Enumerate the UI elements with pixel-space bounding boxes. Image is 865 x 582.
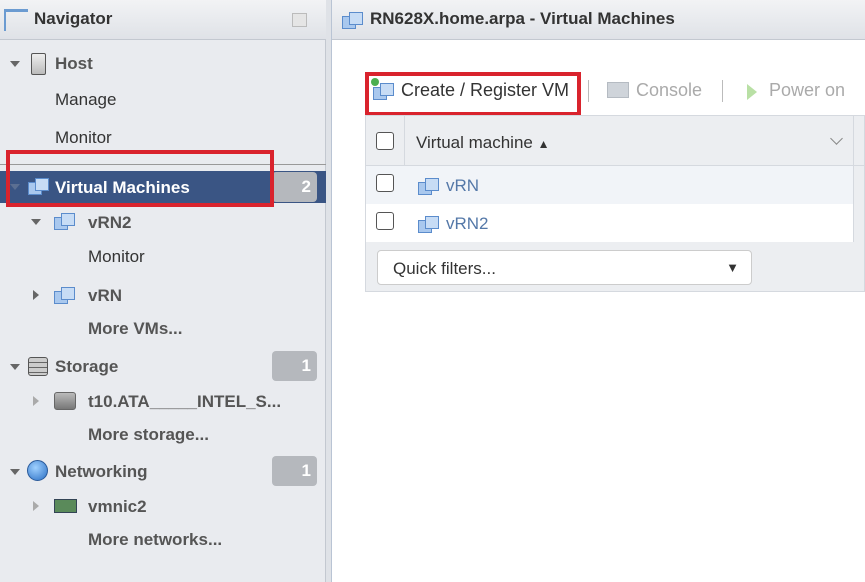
vm-table: Virtual machine ▲ vRN vRN2 Quick filters…	[365, 115, 865, 292]
toolbar-separator	[588, 80, 589, 102]
row-checkbox[interactable]	[376, 174, 394, 192]
column-label: Virtual machine	[416, 133, 533, 152]
expand-datastore-icon[interactable]	[33, 396, 39, 406]
networking-count-badge: 1	[272, 456, 317, 486]
disk-icon	[54, 392, 76, 410]
expand-storage-icon[interactable]	[10, 364, 20, 370]
vms-count-badge: 2	[272, 172, 317, 202]
expand-vrn2-icon[interactable]	[31, 219, 41, 225]
nav-host-manage[interactable]: Manage	[55, 90, 116, 110]
nav-more-vms[interactable]: More VMs...	[88, 319, 182, 339]
storage-count-badge: 1	[272, 351, 317, 381]
nav-vmnic2[interactable]: vmnic2	[88, 497, 147, 517]
navigator-header: Navigator	[0, 0, 326, 40]
nav-vm-vrn[interactable]: vRN	[88, 286, 122, 306]
nav-more-networks[interactable]: More networks...	[88, 530, 222, 550]
table-row[interactable]: vRN	[366, 166, 853, 204]
globe-icon	[27, 460, 48, 481]
vm-link[interactable]: vRN	[446, 176, 479, 196]
expand-nic-icon[interactable]	[33, 501, 39, 511]
row-checkbox[interactable]	[376, 212, 394, 230]
vm-icon	[342, 11, 363, 29]
column-header-virtual-machine[interactable]: Virtual machine ▲	[416, 133, 549, 153]
navigator-title: Navigator	[34, 9, 113, 28]
nav-vm-vrn2[interactable]: vRN2	[88, 213, 131, 233]
page-title: RN628X.home.arpa - Virtual Machines	[370, 9, 675, 28]
nav-more-storage[interactable]: More storage...	[88, 425, 209, 445]
vm-icon	[418, 215, 439, 233]
expand-host-icon[interactable]	[10, 61, 20, 67]
highlight-box	[6, 150, 274, 207]
nav-host[interactable]: Host	[55, 54, 93, 74]
sort-asc-icon: ▲	[537, 137, 550, 151]
toolbar-separator	[722, 80, 723, 102]
highlight-box	[365, 72, 581, 116]
vm-icon	[418, 177, 439, 195]
navigator-panel: Navigator Host Manage Monitor Virtual Ma…	[0, 0, 326, 582]
nav-storage[interactable]: Storage	[55, 357, 118, 377]
nav-networking[interactable]: Networking	[55, 462, 148, 482]
console-icon	[607, 82, 629, 98]
power-on-icon	[747, 84, 757, 100]
console-button[interactable]: Console	[636, 80, 702, 101]
vm-link[interactable]: vRN2	[446, 214, 489, 234]
nav-host-monitor[interactable]: Monitor	[55, 128, 112, 148]
nav-vrn2-monitor[interactable]: Monitor	[88, 247, 145, 267]
vm-icon	[54, 212, 75, 230]
tree-icon	[4, 9, 28, 31]
nav-datastore[interactable]: t10.ATA_____INTEL_S...	[88, 392, 281, 412]
vm-icon	[54, 286, 75, 304]
storage-icon	[28, 357, 48, 376]
main-header: RN628X.home.arpa - Virtual Machines	[332, 0, 865, 40]
expand-vrn-icon[interactable]	[33, 290, 39, 300]
quick-filters-select[interactable]: Quick filters... ▼	[377, 250, 752, 285]
collapse-icon[interactable]	[292, 13, 307, 27]
select-all-checkbox[interactable]	[376, 132, 394, 150]
table-row[interactable]: vRN2	[366, 204, 853, 242]
dropdown-arrow-icon: ▼	[726, 260, 739, 275]
nic-icon	[54, 499, 77, 513]
host-icon	[31, 53, 46, 75]
expand-networking-icon[interactable]	[10, 469, 20, 475]
quick-filters-label: Quick filters...	[393, 259, 496, 278]
column-divider	[853, 116, 854, 242]
panel-splitter[interactable]	[326, 0, 332, 582]
power-on-button[interactable]: Power on	[769, 80, 845, 101]
